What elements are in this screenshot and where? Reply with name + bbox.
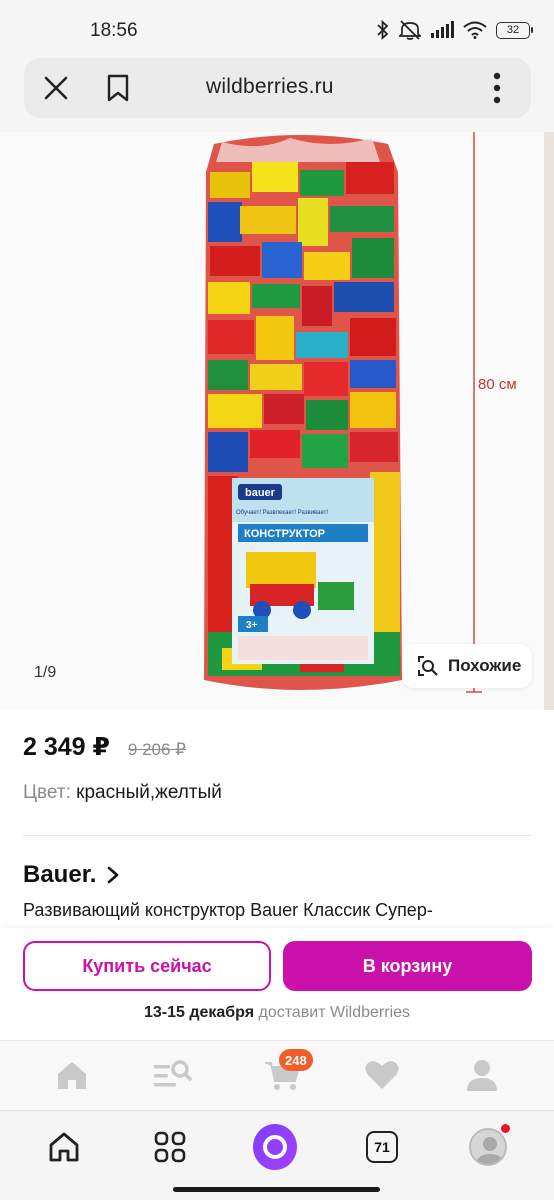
color-row[interactable]: Цвет: красный,желтый — [23, 782, 222, 804]
browser-toolbar: wildberries.ru — [0, 58, 554, 132]
similar-label: Похожие — [448, 656, 522, 675]
image-counter: 1/9 — [34, 664, 57, 681]
profile-icon[interactable] — [462, 1055, 502, 1095]
status-time: 18:56 — [90, 20, 138, 41]
brand-name: Bauer. — [23, 861, 97, 888]
package-title: КОНСТРУКТОР — [244, 528, 325, 540]
more-menu-icon[interactable] — [484, 70, 510, 106]
favorites-icon[interactable] — [362, 1055, 402, 1095]
battery-icon: 32 — [496, 21, 533, 39]
add-to-cart-button[interactable]: В корзину — [283, 941, 532, 991]
brand-link[interactable]: Bauer. — [23, 861, 120, 889]
status-icons: 32 — [376, 20, 533, 40]
delivery-date: 13-15 декабря — [143, 1004, 255, 1021]
action-panel: Купить сейчас В корзину 13-15 декабря до… — [0, 928, 554, 1040]
chevron-right-icon — [108, 866, 119, 884]
similar-button[interactable]: Похожие — [402, 644, 532, 688]
visual-search-icon — [418, 656, 438, 676]
alice-assistant-icon[interactable] — [253, 1124, 297, 1170]
package-label: bauer КОНСТРУКТОР Обучает! Развлекает! Р… — [232, 478, 374, 664]
dimension-label: 80 см — [478, 376, 517, 393]
close-icon[interactable] — [42, 74, 70, 102]
package-brand: bauer — [245, 487, 276, 499]
price-row: 2 349 ₽ 9 206 ₽ — [23, 732, 186, 762]
browser-bottom-nav: 71 — [0, 1110, 554, 1200]
tab-count: 71 — [366, 1131, 398, 1163]
catalog-search-icon[interactable] — [152, 1055, 192, 1095]
delivery-info: 13-15 декабря доставит Wildberries — [0, 1004, 554, 1022]
product-title: Развивающий конструктор Bauer Классик Су… — [23, 900, 433, 920]
product-gallery[interactable]: 80 см bauer КОНСТРУКТОР Обучает! Развлек… — [0, 132, 554, 710]
cart-count-badge: 248 — [279, 1049, 313, 1071]
wifi-icon — [463, 21, 487, 39]
price-current: 2 349 ₽ — [23, 733, 110, 761]
package-slogan: Обучает! Развлекает! Развивает! — [236, 510, 328, 516]
product-image: 80 см bauer КОНСТРУКТОР Обучает! Развлек… — [0, 132, 554, 710]
tabs-button[interactable]: 71 — [360, 1125, 404, 1169]
home-icon[interactable] — [52, 1055, 92, 1095]
signal-icon — [431, 21, 454, 38]
avatar — [469, 1128, 507, 1166]
price-old: 9 206 ₽ — [127, 740, 186, 759]
bookmark-icon[interactable] — [104, 73, 132, 103]
mute-icon — [399, 20, 421, 40]
home-indicator[interactable] — [173, 1187, 380, 1192]
services-grid-icon[interactable] — [148, 1125, 192, 1169]
status-bar: 18:56 32 — [0, 0, 554, 58]
site-bottom-nav: 248 — [0, 1040, 554, 1110]
delivery-by: доставит Wildberries — [258, 1004, 411, 1021]
buy-now-button[interactable]: Купить сейчас — [23, 941, 271, 991]
browser-home-icon[interactable] — [42, 1125, 86, 1169]
color-key: Цвет: — [23, 782, 71, 803]
notification-dot — [500, 1123, 511, 1134]
package-age: 3+ — [246, 620, 258, 631]
color-value: красный,желтый — [76, 782, 222, 803]
bluetooth-icon — [377, 20, 389, 40]
divider — [23, 835, 531, 836]
address-bar[interactable]: wildberries.ru — [24, 58, 531, 118]
url-text[interactable]: wildberries.ru — [206, 75, 334, 99]
